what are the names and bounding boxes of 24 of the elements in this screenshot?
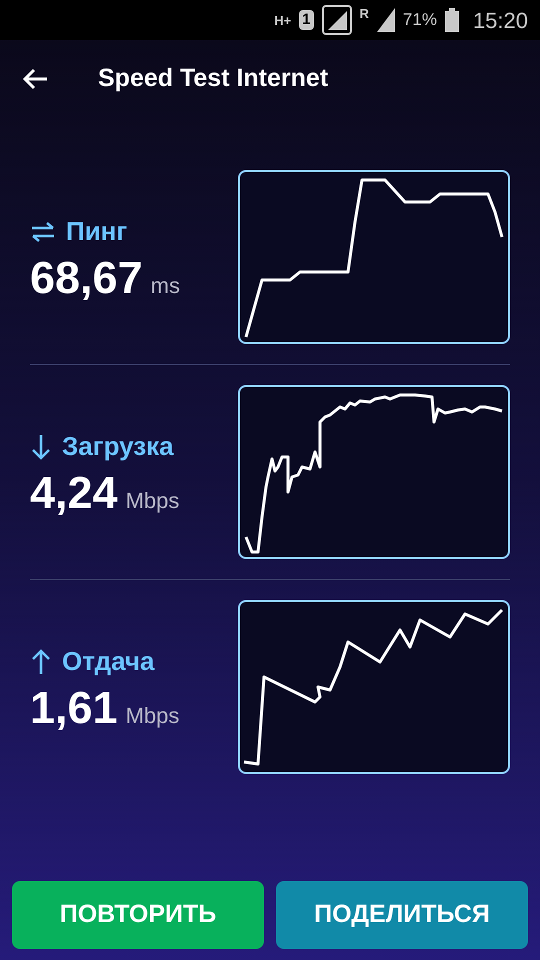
metric-label: Загрузка (62, 430, 174, 463)
share-button[interactable]: ПОДЕЛИТЬСЯ (276, 881, 528, 949)
roaming-indicator: R (360, 5, 369, 23)
battery-level: 71% (402, 9, 437, 32)
metric-label: Пинг (66, 215, 128, 248)
back-arrow-icon[interactable] (22, 68, 48, 90)
metric-unit: ms (150, 272, 180, 300)
repeat-button[interactable]: ПОВТОРИТЬ (12, 881, 264, 949)
swap-arrows-icon (30, 220, 56, 242)
screen-title: Speed Test Internet (98, 63, 328, 94)
up-arrow-icon (30, 648, 52, 676)
metric-label: Отдача (62, 645, 154, 678)
clock: 15:20 (472, 6, 528, 34)
metric-unit: Mbps (126, 702, 180, 730)
metric-value: 1,61 (30, 685, 118, 730)
battery-icon (444, 8, 459, 32)
signal-icon (376, 8, 395, 32)
metric-value: 4,24 (30, 470, 118, 515)
network-type: H+ (274, 14, 292, 26)
metric-unit: Mbps (126, 487, 180, 515)
metric-value: 68,67 (30, 255, 143, 300)
signal-icon (322, 5, 352, 35)
sim-indicator: 1 (299, 10, 314, 30)
down-arrow-icon (30, 432, 52, 460)
